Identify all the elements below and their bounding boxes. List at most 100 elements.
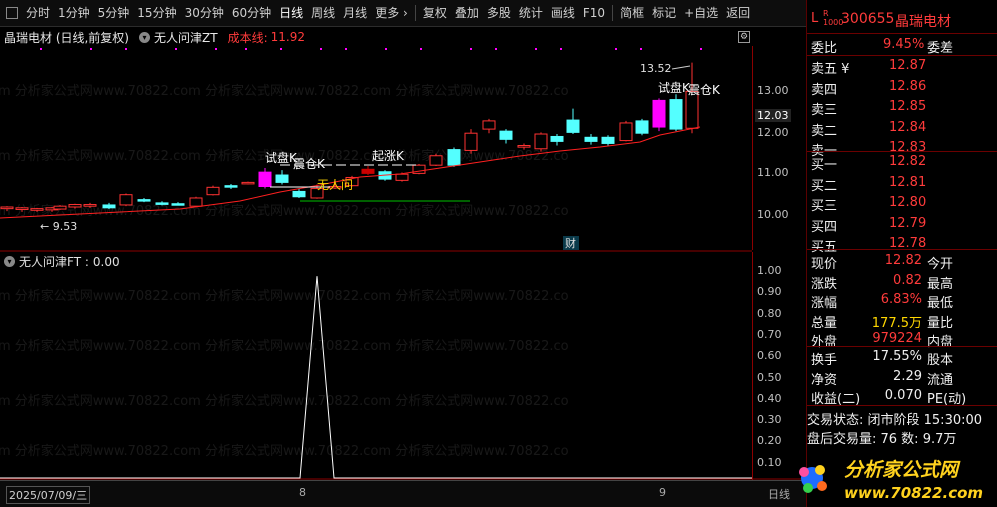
after-trade-row: 盘后交易量: 76 数: 9.7万 [807,426,997,447]
bid-price: 12.81 [889,174,927,190]
sub-indicator-name: 无人问津FT : [19,255,89,269]
weibi-row: 委比 9.45% 委差 [807,35,997,56]
kline-chart[interactable]: om 分析家公式网www.70822.com 分析家公式网www.70822.c… [0,0,806,480]
trade-status-row: 交易状态: 闭市阶段 15:30:00 [807,407,997,428]
bid-label: 买一 [811,158,838,173]
stat2-label: 换手 [811,353,838,368]
signal-dot [700,48,702,50]
stat-value: 6.83% [880,292,922,307]
month-9-label: 9 [659,486,666,499]
stat-right-label: 量比 [927,315,954,331]
candle-body [224,185,238,188]
sub-tick: 1.00 [757,264,782,277]
high-price-label: 13.52 [640,62,672,75]
divider [807,405,997,406]
candle-body [447,149,461,166]
candle-body [206,186,220,196]
sub-tick: 0.30 [757,413,782,427]
candle-body [584,136,598,142]
candle-body [68,204,82,208]
ask-label: 卖四 [811,82,838,98]
stat2-right-label: 流通 [927,372,954,388]
bid-label: 买四 [811,219,838,235]
signal-dot [215,48,217,50]
cost-label: 成本线: [227,30,268,45]
candle-body [155,202,169,205]
stat2-row: 换手 17.55% 股本 [807,347,997,368]
chart-settings-icon[interactable]: ⚙ [738,31,750,43]
stat-right-label: 今开 [927,257,954,272]
stat-row: 现价 12.82 今开 [807,251,997,272]
candle-body [171,203,185,206]
rise-k-label: 起涨K [372,148,405,163]
main-chart-header: 晶瑞电材 (日线,前复权) ▾ 无人问津ZT 成本线: 11.92 [0,28,760,46]
signal-dot [125,48,127,50]
signal-dot [385,48,387,50]
sub-tick: 0.50 [757,370,782,384]
panel-header: L R 1000 300655 晶瑞电材 [807,9,997,30]
candle-body [30,208,44,211]
bid-label: 买二 [811,178,838,194]
stat2-value: 17.55% [872,349,922,364]
stat-label: 现价 [811,257,838,272]
signal-dot [420,48,422,50]
price-tick: 13.00 [757,84,789,97]
sub-axis: 1.00 0.90 0.80 0.70 0.60 0.50 0.40 0.30 0.20 0.10 [752,252,806,480]
indicator-dropdown-icon[interactable]: ▾ [139,31,150,43]
sub-indicator-dropdown-icon[interactable]: ▾ [4,256,15,267]
candle-body [669,99,683,130]
candle-body [464,132,478,151]
stat-label: 涨跌 [811,276,838,292]
price-axis: 13.00 12.00 11.00 10.00 12.03 [752,46,806,250]
candle-body [361,168,375,174]
stat-label: 涨幅 [811,296,838,311]
watermark-text: om 分析家公式网www.70822.com 分析家公式网www.70822.c… [0,338,569,354]
ask-label: 卖五 ¥ [811,62,850,77]
stat2-row: 收益(二) 0.070 PE(动) [807,386,997,407]
ask-price: 12.85 [889,99,927,114]
cost-value: 11.92 [270,30,305,44]
candle-body [292,190,306,198]
stat2-label: 净资 [811,372,838,388]
candle-body [566,119,580,133]
stat-value: 979224 [872,331,922,346]
candle-body [0,206,14,210]
candle-body [619,122,633,142]
candle-body [499,130,513,140]
candle-body [275,174,289,183]
price-tick: 12.00 [757,126,789,139]
candle-body [258,171,272,187]
bid-row: 买一 12.82 [807,152,997,173]
weibi-label: 委比 [811,41,838,56]
price-tick: 10.00 [757,208,789,221]
bid-price: 12.79 [889,215,927,231]
signal-dot [470,48,472,50]
watermark-text: om 分析家公式网www.70822.com 分析家公式网www.70822.c… [0,393,569,409]
divider [807,249,997,250]
candle-body [429,155,443,166]
candle-body [53,205,67,210]
candle-body [601,136,615,144]
ask-label: 卖三 [811,103,838,118]
price-tick: 11.00 [757,166,789,179]
candle-body [15,207,29,210]
signal-dot [175,48,177,50]
wash-k-label-2: 震仓K [688,83,721,97]
signal-dot [90,48,92,50]
stat-label: 总量 [811,315,838,331]
signal-dot [245,48,247,50]
stat-value: 177.5万 [871,315,922,331]
stock-name: 晶瑞电材 [895,14,951,30]
ask-price: 12.86 [889,78,927,94]
stat2-right-label: 股本 [927,353,954,368]
stat-value: 0.82 [893,272,922,288]
ask-price: 12.87 [889,58,927,73]
quote-panel: L R 1000 300655 晶瑞电材 委比 9.45% 委差卖五 ¥ 12.87 卖四 12.8… [806,0,997,507]
stat2-value: 0.070 [884,388,922,403]
watermark-text: om 分析家公式网www.70822.com 分析家公式网www.70822.c… [0,288,569,304]
sub-tick: 0.60 [757,349,782,363]
ask-row: 卖二 12.84 [807,118,997,139]
main-plot-bg [0,46,752,250]
signal-dot [615,48,617,50]
signal-dot [560,48,562,50]
